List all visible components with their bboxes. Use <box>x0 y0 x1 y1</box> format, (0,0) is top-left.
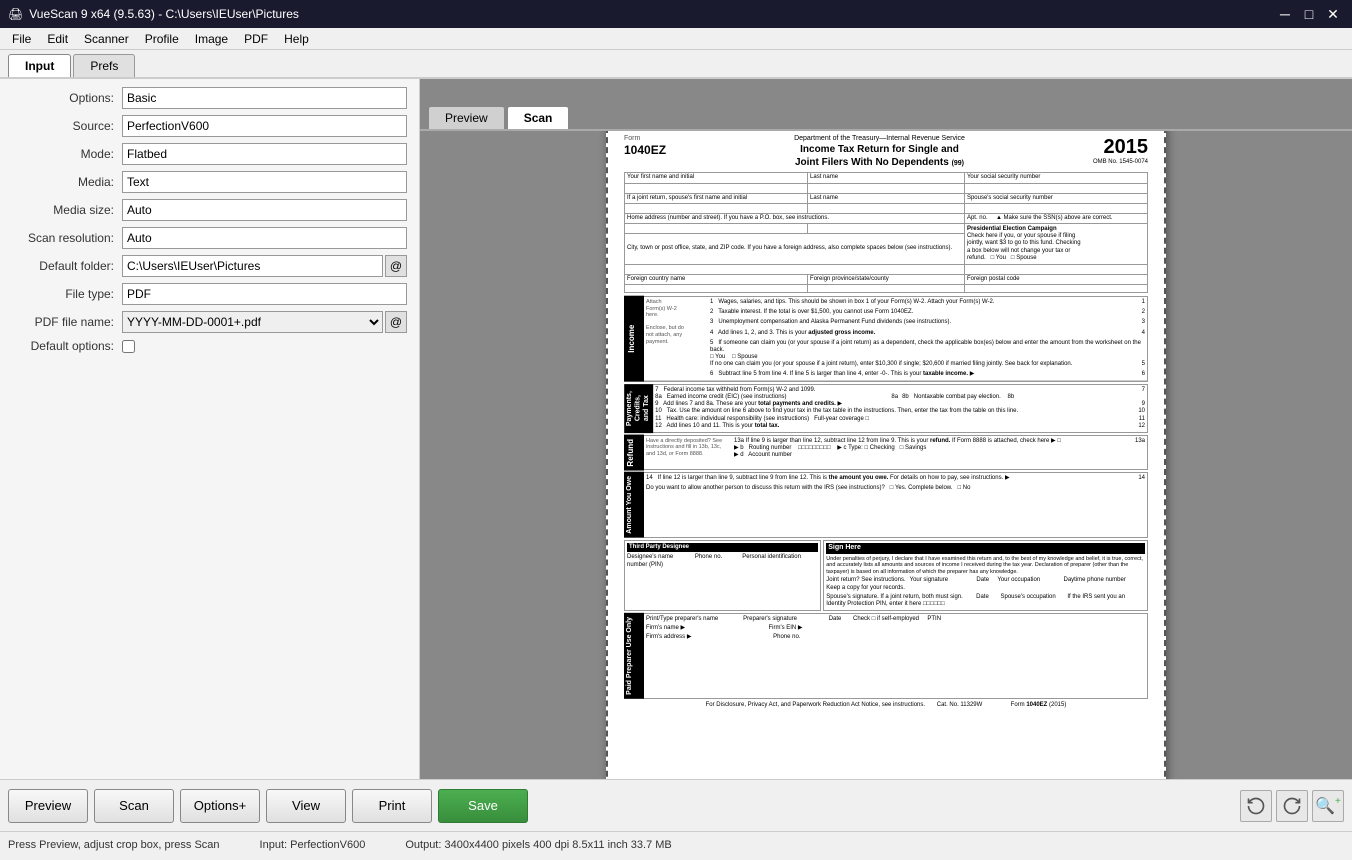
preview-area: Form 1040EZ Department of the Treasury—I… <box>420 79 1352 779</box>
footer-disclosure: For Disclosure, Privacy Act, and Paperwo… <box>624 702 1148 709</box>
defaultopts-label: Default options: <box>12 339 122 353</box>
payments-section: Payments,Credits,and Tax 7 Federal incom… <box>624 384 1148 433</box>
options-label: Options: <box>12 91 122 105</box>
bottom-toolbar: Preview Scan Options+ View Print Save 🔍+ <box>0 779 1352 831</box>
menu-file[interactable]: File <box>4 30 39 48</box>
scanres-row: Scan resolution: Auto 75 150 300 600 120… <box>4 227 415 249</box>
tab-scan-overlay[interactable]: Scan <box>507 106 570 129</box>
options-button[interactable]: Options+ <box>180 789 260 823</box>
close-button[interactable]: ✕ <box>1322 3 1344 25</box>
menu-profile[interactable]: Profile <box>137 30 187 48</box>
scan-button[interactable]: Scan <box>94 789 174 823</box>
tab-input[interactable]: Input <box>8 54 71 77</box>
status-hint: Press Preview, adjust crop box, press Sc… <box>8 839 220 851</box>
refund-section: Refund Have a directly deposited? See in… <box>624 435 1148 471</box>
options-select-wrapper[interactable]: Basic Standard Professional <box>122 87 407 109</box>
menu-pdf[interactable]: PDF <box>236 30 276 48</box>
filetype-label: File type: <box>12 287 122 301</box>
preview-tabs-overlay: Preview Scan <box>420 102 1352 131</box>
pdfname-row: PDF file name: YYYY-MM-DD-0001+.pdf @ <box>4 311 415 333</box>
document-preview: Form 1040EZ Department of the Treasury—I… <box>606 117 1166 779</box>
agency-label: Department of the Treasury—Internal Reve… <box>674 135 1085 143</box>
form-number-label: Form <box>624 135 666 143</box>
filetype-select-wrapper[interactable]: PDF JPEG TIFF PNG <box>122 283 407 305</box>
menu-help[interactable]: Help <box>276 30 317 48</box>
name-section: Your first name and initial Last name Yo… <box>624 172 1148 293</box>
mediasize-row: Media size: Auto Letter A4 <box>4 199 415 221</box>
mediasize-select-wrapper[interactable]: Auto Letter A4 <box>122 199 407 221</box>
folder-row: Default folder: @ <box>4 255 415 277</box>
folder-input[interactable] <box>122 255 383 277</box>
source-select-wrapper[interactable]: PerfectionV600 <box>122 115 407 137</box>
mode-label: Mode: <box>12 147 122 161</box>
scanres-select[interactable]: Auto 75 150 300 600 1200 <box>127 228 402 248</box>
defaultopts-row: Default options: <box>4 339 415 353</box>
source-label: Source: <box>12 119 122 133</box>
media-select[interactable]: Text Photo Slide Negative <box>127 172 402 192</box>
folder-label: Default folder: <box>12 259 122 273</box>
print-button[interactable]: Print <box>352 789 432 823</box>
tab-prefs[interactable]: Prefs <box>73 54 135 77</box>
options-select[interactable]: Basic Standard Professional <box>127 88 402 108</box>
media-select-wrapper[interactable]: Text Photo Slide Negative <box>122 171 407 193</box>
filetype-row: File type: PDF JPEG TIFF PNG <box>4 283 415 305</box>
mode-select-wrapper[interactable]: Flatbed Transparency ADF <box>122 143 407 165</box>
source-row: Source: PerfectionV600 <box>4 115 415 137</box>
mediasize-label: Media size: <box>12 203 122 217</box>
menubar: File Edit Scanner Profile Image PDF Help <box>0 28 1352 50</box>
pdfname-at-button[interactable]: @ <box>385 311 407 333</box>
scanres-label: Scan resolution: <box>12 231 122 245</box>
tabs-bar: Input Prefs <box>0 50 1352 79</box>
minimize-button[interactable]: ─ <box>1274 3 1296 25</box>
scanres-select-wrapper[interactable]: Auto 75 150 300 600 1200 <box>122 227 407 249</box>
titlebar: 🖨 VueScan 9 x64 (9.5.63) - C:\Users\IEUs… <box>0 0 1352 28</box>
signhere-section: Third Party Designee Designee's name Pho… <box>624 540 1148 611</box>
rotate-left-icon[interactable] <box>1240 790 1272 822</box>
zoom-in-icon[interactable]: 🔍+ <box>1312 790 1344 822</box>
media-row: Media: Text Photo Slide Negative <box>4 171 415 193</box>
filetype-select[interactable]: PDF JPEG TIFF PNG <box>127 284 402 304</box>
amountowe-section: Amount You Owe 14 If line 12 is larger t… <box>624 472 1148 538</box>
view-button[interactable]: View <box>266 789 346 823</box>
menu-edit[interactable]: Edit <box>39 30 76 48</box>
menu-scanner[interactable]: Scanner <box>76 30 137 48</box>
tab-preview-overlay[interactable]: Preview <box>428 106 505 129</box>
defaultopts-checkbox[interactable] <box>122 340 135 353</box>
status-bar: Press Preview, adjust crop box, press Sc… <box>0 831 1352 857</box>
preview-button[interactable]: Preview <box>8 789 88 823</box>
mode-select[interactable]: Flatbed Transparency ADF <box>127 144 402 164</box>
preparer-section: Paid Preparer Use Only Print/Type prepar… <box>624 613 1148 699</box>
mediasize-select[interactable]: Auto Letter A4 <box>127 200 402 220</box>
form-title-label: Income Tax Return for Single andJoint Fi… <box>674 143 1085 169</box>
save-button[interactable]: Save <box>438 789 528 823</box>
title-text: VueScan 9 x64 (9.5.63) - C:\Users\IEUser… <box>29 7 299 21</box>
mode-row: Mode: Flatbed Transparency ADF <box>4 143 415 165</box>
source-select[interactable]: PerfectionV600 <box>127 116 402 136</box>
rotate-right-icon[interactable] <box>1276 790 1308 822</box>
media-label: Media: <box>12 175 122 189</box>
form-year-label: 2015 <box>1093 135 1148 159</box>
options-row: Options: Basic Standard Professional <box>4 87 415 109</box>
maximize-button[interactable]: □ <box>1298 3 1320 25</box>
omb-label: OMB No. 1545-0074 <box>1093 159 1148 166</box>
menu-image[interactable]: Image <box>187 30 236 48</box>
income-section: Income AttachForm(s) W-2here.Enclose, bu… <box>624 296 1148 382</box>
form-1040ez-label: 1040EZ <box>624 143 666 157</box>
pdfname-select[interactable]: YYYY-MM-DD-0001+.pdf <box>122 311 383 333</box>
main-area: Options: Basic Standard Professional Sou… <box>0 79 1352 779</box>
left-panel: Options: Basic Standard Professional Sou… <box>0 79 420 779</box>
folder-at-button[interactable]: @ <box>385 255 407 277</box>
status-input: Input: PerfectionV600 <box>260 839 366 851</box>
status-output: Output: 3400x4400 pixels 400 dpi 8.5x11 … <box>405 839 671 851</box>
bottom-icons: 🔍+ <box>1240 790 1344 822</box>
pdfname-label: PDF file name: <box>12 315 122 329</box>
app-icon: 🖨 <box>8 7 23 21</box>
